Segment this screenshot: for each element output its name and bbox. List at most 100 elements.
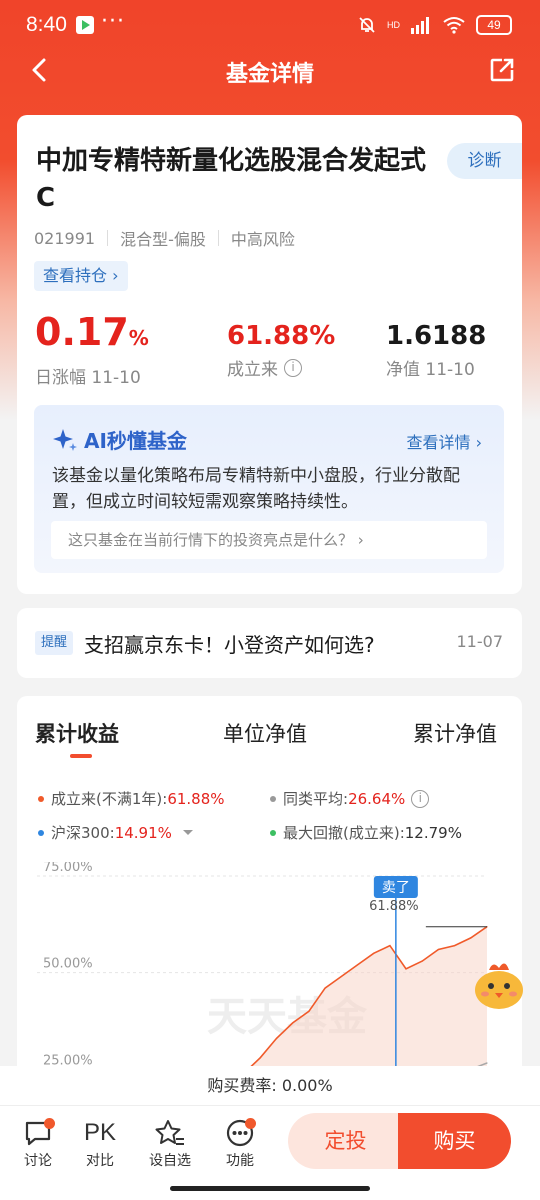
- compare-label: 对比: [86, 1153, 114, 1169]
- divider: [217, 230, 219, 246]
- inception-return-value: 61.88%: [227, 321, 336, 351]
- legend-label: 成立来(不满1年):: [51, 790, 168, 808]
- sell-marker-label: 卖了: [382, 880, 410, 896]
- y-tick-label: 75.00%: [43, 862, 93, 875]
- tab-cumulative-nav[interactable]: 累计净值: [413, 718, 497, 748]
- legend-label: 同类平均:: [283, 790, 349, 808]
- series-point: [421, 960, 423, 962]
- performance-chart[interactable]: 75.00%50.00%25.00% 天天基金 卖了 61.88%: [17, 862, 522, 1096]
- legend-value: 26.64%: [348, 789, 406, 808]
- wifi-icon: [443, 17, 465, 34]
- series-point: [373, 952, 375, 954]
- legend-value: 61.88%: [167, 789, 225, 808]
- ai-view-detail-link[interactable]: 查看详情 ›: [407, 429, 483, 453]
- purchase-fee-bar: 购买费率: 0.00%: [0, 1066, 540, 1106]
- functions-button[interactable]: 功能: [210, 1116, 270, 1170]
- reminder-tag: 提醒: [35, 631, 73, 655]
- inception-return-label: 成立来: [227, 360, 278, 380]
- reminder-date: 11-07: [456, 632, 504, 651]
- legend-max-drawdown: 最大回撤(成立来): 12.79%: [270, 822, 462, 843]
- nav-stat: 1.6188 净值 11-10: [386, 321, 486, 380]
- nav-label: 净值 11-10: [386, 360, 475, 380]
- status-bar: 8:40 ··· HD 49: [0, 0, 540, 50]
- chart-tabs: 累计收益 单位净值 累计净值: [17, 718, 522, 754]
- series-point: [470, 937, 472, 939]
- ai-summary-text: 该基金以量化策略布局专精特新中小盘股，行业分散配置，但成立时间较短需观察策略持续…: [52, 466, 460, 512]
- home-indicator: [170, 1186, 370, 1191]
- series-point: [356, 964, 359, 966]
- legend-dot: [270, 795, 276, 802]
- fund-summary-card: 中加专精特新量化选股混合发起式C 诊断 021991 混合型-偏股 中高风险 查…: [17, 115, 522, 405]
- reminder-text: 支招赢京东卡！小登资产如何选?: [84, 633, 375, 657]
- ai-question-prompt[interactable]: 这只基金在当前行情下的投资亮点是什么？ ›: [51, 521, 487, 559]
- active-tab-indicator: [70, 754, 92, 758]
- fund-risk: 中高风险: [230, 230, 295, 249]
- series-point: [259, 1057, 261, 1059]
- hd-label: HD: [387, 20, 400, 30]
- info-icon[interactable]: i: [284, 358, 302, 377]
- page-title: 基金详情: [225, 62, 314, 87]
- daily-change-stat: 0.17% 日涨幅 11-10: [35, 311, 149, 388]
- view-holdings-button[interactable]: 查看持仓 ›: [34, 261, 128, 291]
- dropdown-arrow-icon[interactable]: [180, 828, 196, 838]
- legend-dot: [270, 829, 276, 836]
- legend-label: 沪深300:: [51, 824, 115, 842]
- share-icon[interactable]: [488, 56, 516, 84]
- add-watchlist-button[interactable]: 设自选: [140, 1116, 200, 1170]
- series-point: [437, 948, 440, 951]
- performance-chart-card: 累计收益 单位净值 累计净值 成立来(不满1年): 61.88% 同类平均: 26.…: [17, 696, 523, 1096]
- legend-fund: 成立来(不满1年): 61.88%: [38, 788, 225, 809]
- legend-dot: [38, 829, 44, 836]
- inception-return-stat: 61.88% 成立来 i: [227, 321, 335, 380]
- series-point: [324, 987, 326, 989]
- series-point: [308, 1010, 310, 1012]
- ai-title-text: AI秒懂基金: [84, 429, 187, 453]
- peak-value-label: 61.88%: [369, 899, 419, 914]
- compare-button[interactable]: PK 对比: [70, 1116, 130, 1170]
- legend-value: 12.79%: [404, 823, 462, 842]
- info-icon[interactable]: i: [411, 789, 430, 808]
- sparkle-icon: [53, 428, 77, 451]
- auto-invest-button[interactable]: 定投: [288, 1113, 403, 1169]
- reminder-card[interactable]: 提醒 支招赢京东卡！小登资产如何选? 11-07: [17, 608, 522, 678]
- ai-title: AI秒懂基金: [52, 425, 187, 454]
- mascot-chick-icon[interactable]: [471, 958, 527, 1012]
- star-list-icon: [155, 1120, 184, 1145]
- nav-bar: 基金详情: [0, 50, 540, 90]
- series-point: [275, 1037, 278, 1039]
- y-tick-label: 50.00%: [43, 957, 93, 972]
- play-store-icon: [76, 16, 94, 34]
- series-point: [454, 945, 456, 947]
- series-point: [340, 975, 342, 978]
- ai-summary-card: AI秒懂基金 查看详情 › 该基金以量化策略布局专精特新中小盘股，行业分散配置，…: [34, 405, 504, 573]
- legend-label: 最大回撤(成立来):: [283, 824, 405, 842]
- status-more-dots: ···: [101, 9, 125, 34]
- daily-change-value: 0.17: [35, 310, 129, 354]
- buy-button[interactable]: 购买: [398, 1113, 511, 1169]
- legend-hs300[interactable]: 沪深300: 14.91%: [38, 822, 196, 843]
- discuss-button[interactable]: 讨论: [8, 1116, 68, 1170]
- series-point: [389, 945, 391, 947]
- nav-value: 1.6188: [386, 321, 487, 351]
- series-point: [486, 1062, 488, 1064]
- fund-meta: 021991 混合型-偏股 中高风险: [34, 226, 295, 250]
- series-point: [292, 1022, 294, 1024]
- legend-category-average: 同类平均: 26.64% i: [270, 788, 430, 809]
- notification-dot: [245, 1118, 256, 1129]
- battery-indicator: 49: [476, 15, 512, 35]
- status-time: 8:40: [26, 13, 67, 36]
- legend-dot: [38, 795, 44, 802]
- notification-dot: [44, 1118, 55, 1129]
- daily-change-label: 日涨幅 11-10: [35, 368, 141, 388]
- fund-type: 混合型-偏股: [120, 230, 206, 249]
- functions-label: 功能: [226, 1153, 254, 1169]
- legend-value: 14.91%: [114, 823, 172, 842]
- tab-unit-nav[interactable]: 单位净值: [223, 718, 307, 748]
- mute-bell-icon: [359, 17, 375, 33]
- tab-cumulative-return[interactable]: 累计收益: [35, 718, 119, 748]
- pk-icon: PK: [83, 1119, 116, 1146]
- diagnose-button[interactable]: 诊断: [447, 143, 522, 179]
- series-point: [405, 968, 407, 970]
- ai-section: AI秒懂基金 查看详情 › 该基金以量化策略布局专精特新中小盘股，行业分散配置，…: [17, 394, 522, 594]
- signal-icon: [411, 17, 429, 34]
